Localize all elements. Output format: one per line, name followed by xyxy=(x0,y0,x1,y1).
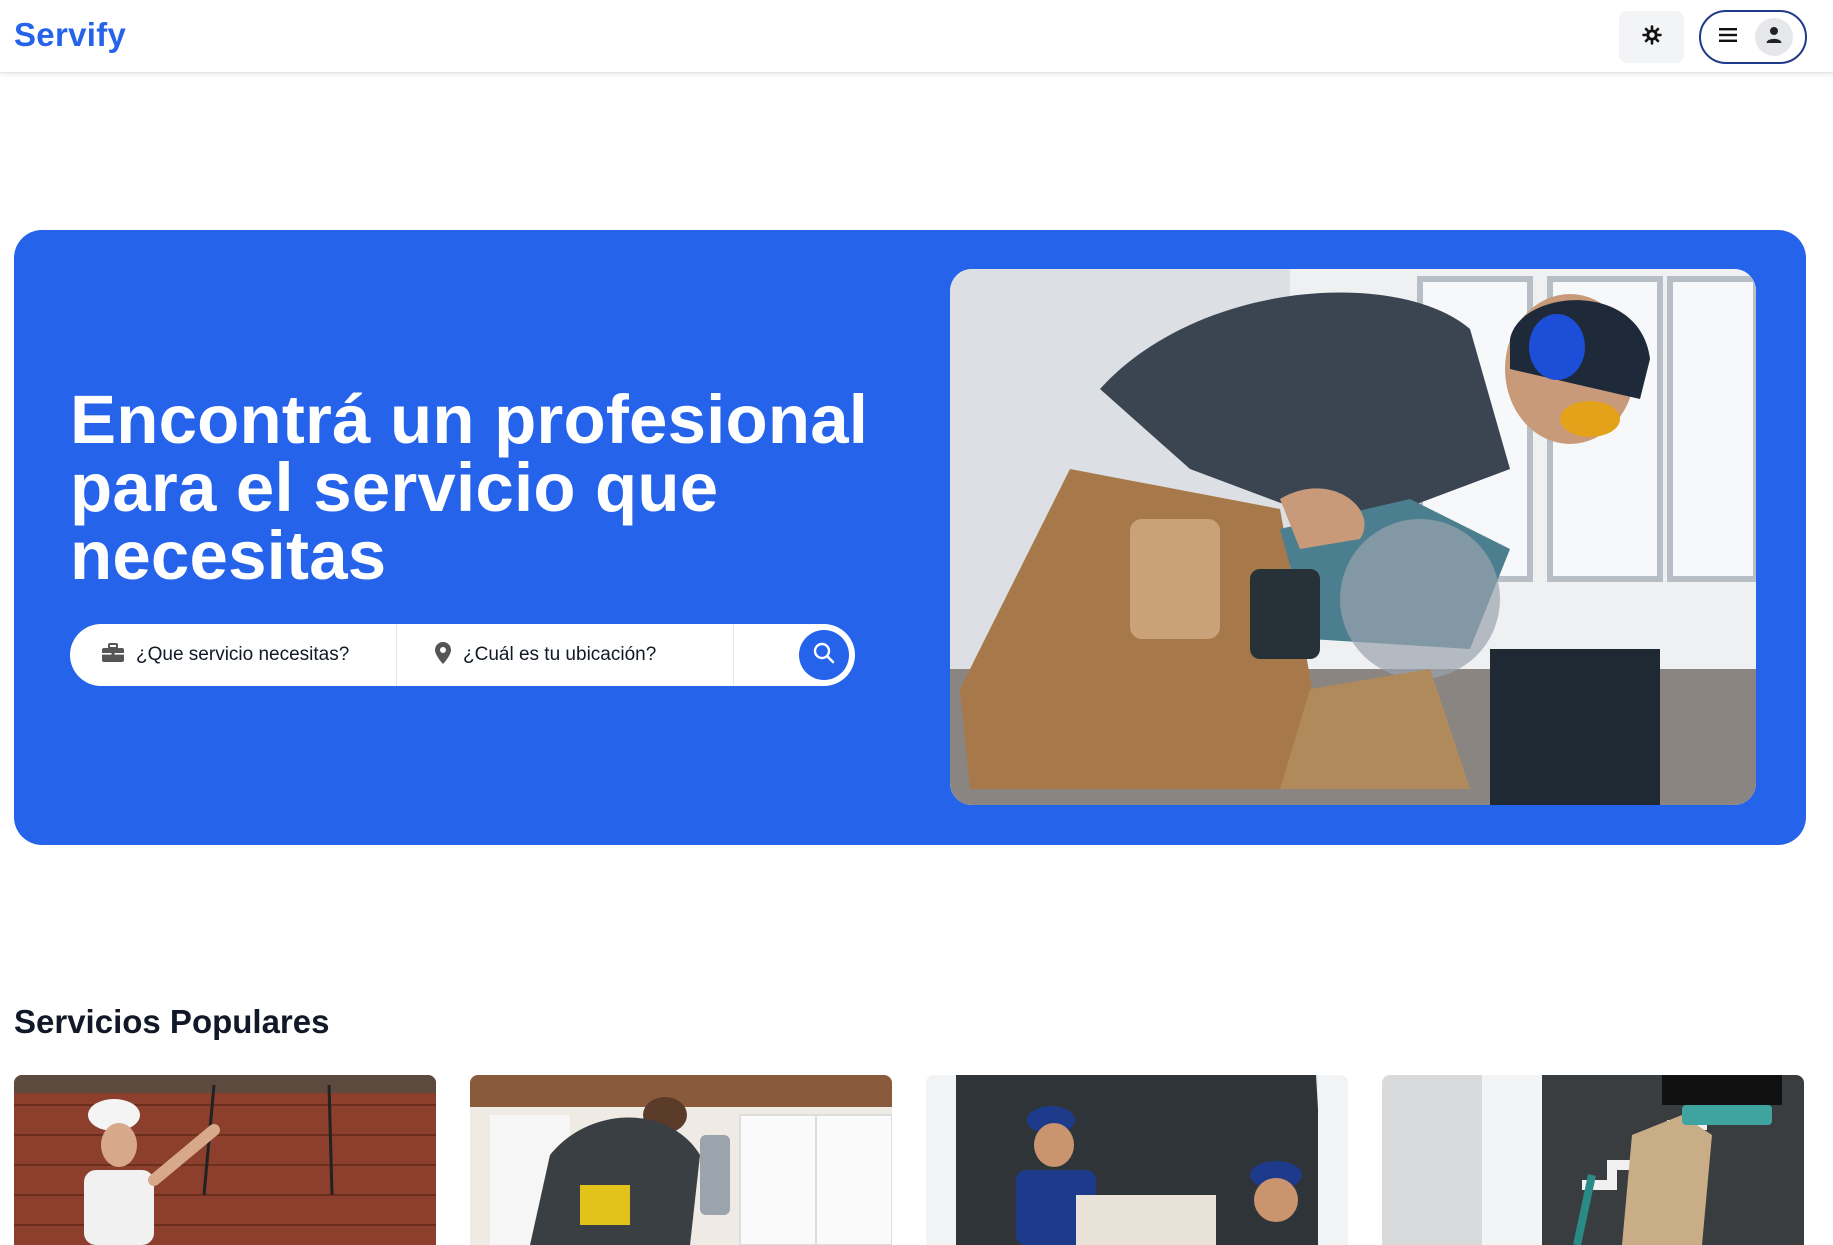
search-bar: ¿Que servicio necesitas? ¿Cuál es tu ubi… xyxy=(70,624,855,686)
service-card-movers[interactable] xyxy=(926,1075,1348,1245)
search-icon xyxy=(813,642,835,669)
plumber-photo xyxy=(470,1075,892,1245)
electrician-photo xyxy=(14,1075,436,1245)
movers-photo xyxy=(926,1075,1348,1245)
user-menu-button[interactable] xyxy=(1699,10,1807,64)
location-search-field[interactable]: ¿Cuál es tu ubicación? xyxy=(397,624,734,686)
logo[interactable]: Servify xyxy=(14,16,126,54)
gear-icon xyxy=(1641,24,1663,51)
service-card-plumber[interactable] xyxy=(470,1075,892,1245)
service-search-field[interactable]: ¿Que servicio necesitas? xyxy=(70,624,397,686)
hero-title: Encontrá un profesional para el servicio… xyxy=(70,381,869,594)
top-navbar: Servify xyxy=(0,0,1833,73)
service-card-cleaner[interactable] xyxy=(1382,1075,1804,1245)
briefcase-icon xyxy=(102,642,124,668)
hero-image xyxy=(950,269,1756,805)
hero-banner: Encontrá un profesional para el servicio… xyxy=(14,230,1806,845)
theme-toggle-button[interactable] xyxy=(1619,11,1684,63)
service-search-placeholder: ¿Que servicio necesitas? xyxy=(136,644,350,665)
cleaner-photo xyxy=(1382,1075,1804,1245)
service-card-electrician[interactable] xyxy=(14,1075,436,1245)
user-icon xyxy=(1765,26,1783,49)
search-button[interactable] xyxy=(799,630,849,680)
location-search-placeholder: ¿Cuál es tu ubicación? xyxy=(463,644,657,665)
avatar xyxy=(1755,18,1793,56)
map-pin-icon xyxy=(435,641,451,669)
section-title-popular: Servicios Populares xyxy=(14,1003,330,1040)
hamburger-menu-icon xyxy=(1719,27,1737,48)
